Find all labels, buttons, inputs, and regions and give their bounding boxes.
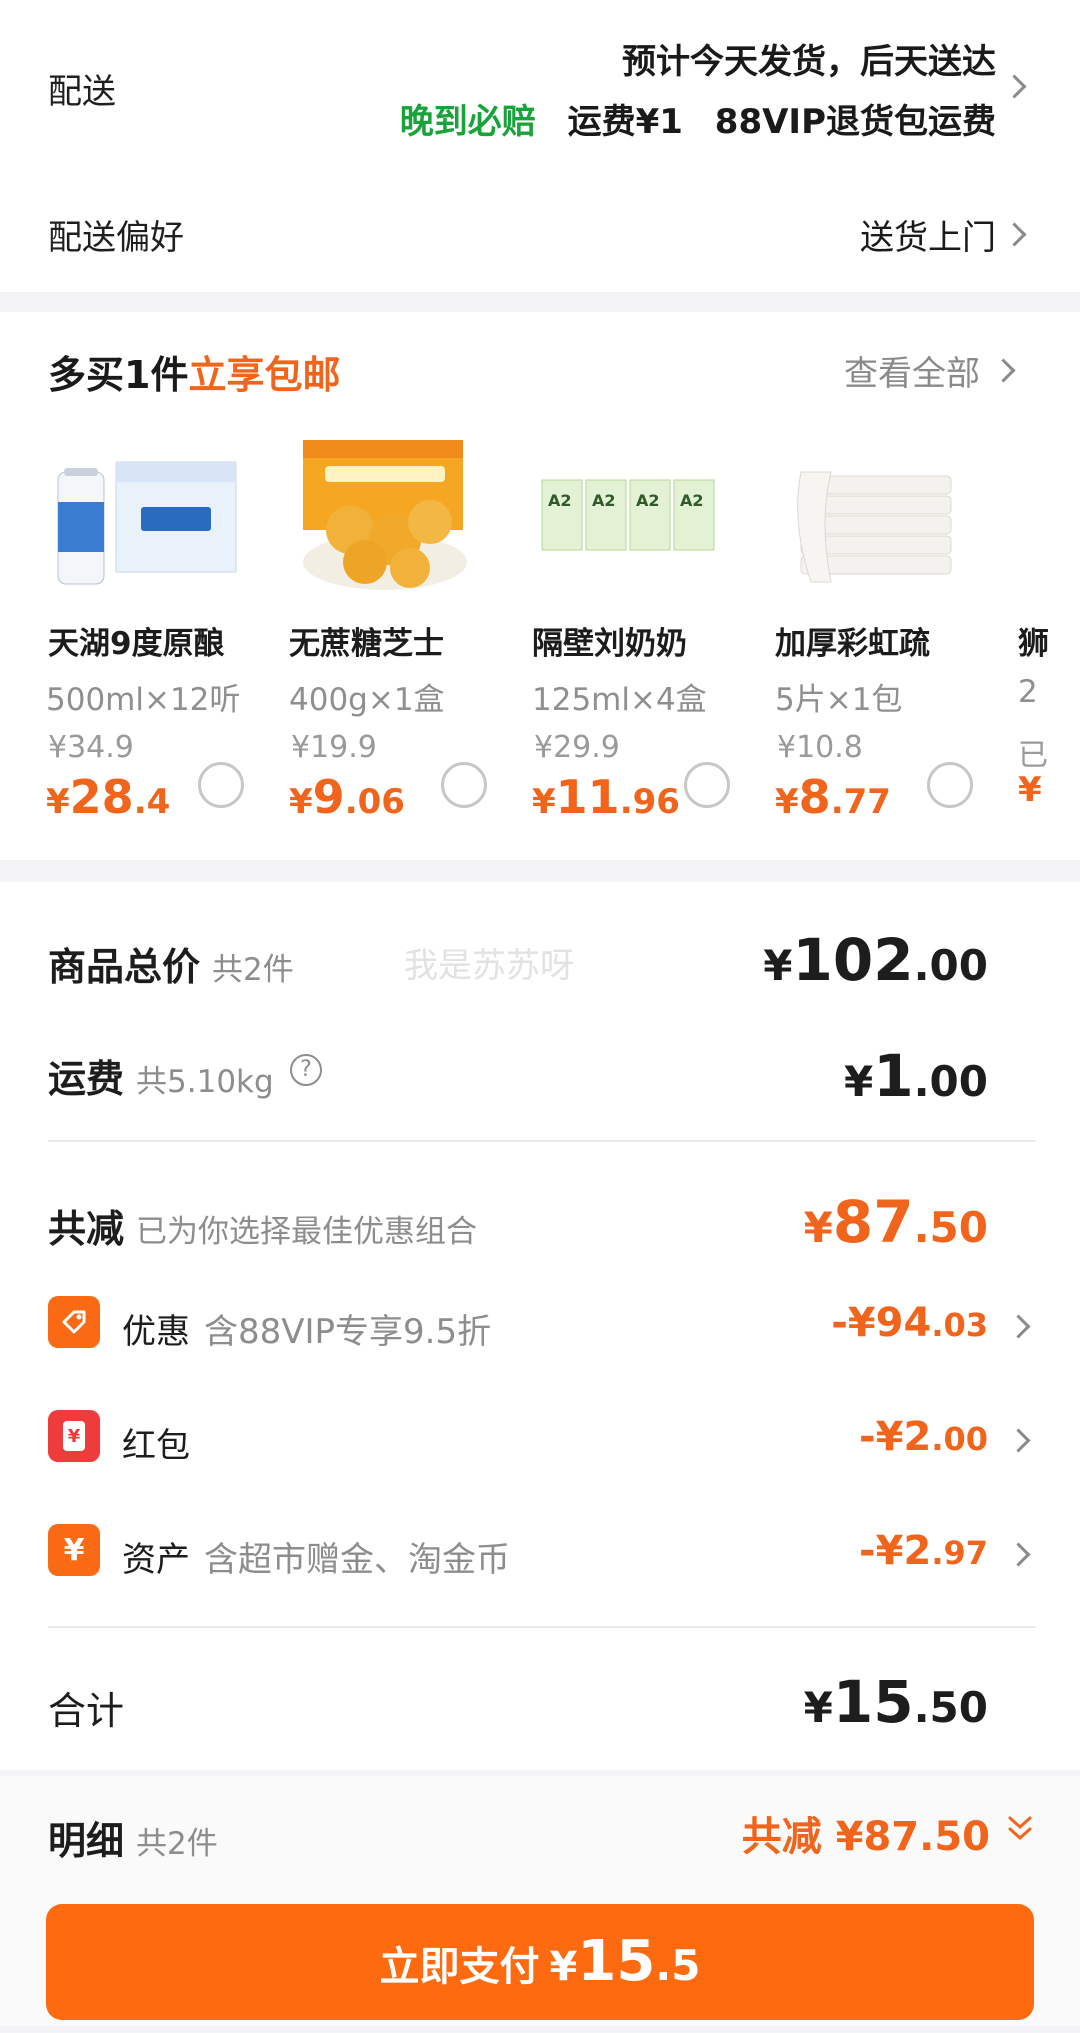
recommend-title-highlight: 立享包邮	[188, 353, 341, 397]
product-spec: 125ml×4盒	[532, 682, 707, 718]
preference-row[interactable]: 配送偏好 送货上门	[0, 192, 1080, 282]
reduce-amount: ¥87.50	[803, 1188, 988, 1256]
shipping-row[interactable]: 配送 预计今天发货，后天送达 晚到必赔 运费¥1 88VIP退货包运费	[0, 0, 1080, 170]
help-circle-icon[interactable]: ?	[290, 1054, 322, 1086]
select-radio[interactable]	[441, 762, 487, 808]
goods-total-price: ¥102.00	[763, 926, 988, 994]
shipping-eta: 预计今天发货，后天送达	[622, 42, 996, 82]
detail-label: 明细 共2件	[48, 1819, 218, 1863]
summary-card: 商品总价 共2件 我是苏苏呀 ¥102.00 运费 共5.10kg ? ¥1.00 …	[0, 882, 1080, 1770]
grand-total-row: 合计 ¥15.50	[0, 1628, 1080, 1758]
goods-count: 共2件	[212, 952, 294, 988]
footer-bar: 明细 共2件 共减 ¥87.50 立即支付 ¥15.5	[0, 1776, 1080, 2026]
preference-value: 送货上门	[860, 218, 996, 258]
freight-price: ¥1.00	[844, 1042, 988, 1110]
reduce-note: 已为你选择最佳优惠组合	[136, 1214, 478, 1250]
svg-text:A2: A2	[636, 491, 660, 510]
product-price: ¥28.4	[46, 770, 171, 824]
product-spec: 2	[1018, 674, 1038, 710]
cheese-snack-image	[303, 440, 467, 590]
discount-row-asset[interactable]: ¥ 资产 含超市赠金、淘金币 -¥2.97	[0, 1506, 1080, 1596]
discount-chevron-icon	[1006, 1314, 1031, 1339]
product-price: ¥9.06	[289, 770, 405, 824]
svg-text:A2: A2	[592, 491, 616, 510]
product-original-price: ¥10.8	[777, 730, 863, 765]
chevron-down-icon	[1008, 1814, 1032, 1844]
product-name: 狮	[1018, 626, 1049, 662]
freight-label: 运费 共5.10kg	[48, 1057, 274, 1101]
pay-amount: ¥15.5	[549, 1929, 701, 1994]
reduce-row: 共减 已为你选择最佳优惠组合 ¥87.50	[0, 1142, 1080, 1256]
discount-label: 资产 含超市赠金、淘金币	[122, 1540, 510, 1580]
recommend-card: 多买1件立享包邮 查看全部 天湖9度原酿 500ml×12听 ¥34.9 ¥28…	[0, 312, 1080, 860]
beer-pack-image	[46, 432, 246, 607]
reduce-label: 共减 已为你选择最佳优惠组合	[48, 1207, 478, 1251]
watermark-text: 我是苏苏呀	[404, 946, 574, 986]
detail-count: 共2件	[136, 1826, 218, 1862]
product-spec: 400g×1盒	[289, 682, 445, 718]
product-price: ¥8.77	[775, 770, 891, 824]
shipping-fee-text: 运费¥1	[567, 102, 683, 142]
product-original-price: 已	[1018, 738, 1048, 773]
view-all-label: 查看全部	[844, 354, 980, 394]
discount-chevron-icon	[1006, 1542, 1031, 1567]
shipping-chevron-icon	[1002, 74, 1027, 99]
red-packet-icon: ¥	[48, 1410, 100, 1462]
late-guarantee-text: 晚到必赔	[399, 102, 536, 142]
product-spec: 500ml×12听	[46, 682, 241, 718]
product-original-price: ¥34.9	[48, 730, 134, 765]
product-card[interactable]: A2 A2 A2 A2 隔壁刘奶奶 125ml×4盒 ¥29.9 ¥11.96	[486, 422, 730, 852]
shipping-label: 配送	[48, 72, 116, 112]
discount-amount: -¥2.00	[859, 1414, 988, 1460]
product-card[interactable]: 天湖9度原酿 500ml×12听 ¥34.9 ¥28.4	[0, 422, 246, 852]
product-card[interactable]: 加厚彩虹疏 5片×1包 ¥10.8 ¥8.77	[729, 422, 973, 852]
product-name: 天湖9度原酿	[48, 626, 225, 662]
discount-chevron-icon	[1006, 1428, 1031, 1453]
discount-row-redpacket[interactable]: ¥ 红包 -¥2.00	[0, 1392, 1080, 1482]
preference-label: 配送偏好	[48, 218, 184, 258]
pay-label: 立即支付	[379, 1944, 540, 1990]
recommend-title-prefix: 多买1件	[48, 353, 189, 397]
preference-chevron-icon	[1002, 222, 1027, 247]
discount-amount: -¥2.97	[859, 1528, 988, 1574]
discount-amount: -¥94.03	[831, 1300, 988, 1346]
product-card[interactable]: 无蔗糖芝士 400g×1盒 ¥19.9 ¥9.06	[243, 422, 487, 852]
recommend-title: 多买1件立享包邮	[48, 344, 340, 399]
goods-total-label: 商品总价 共2件	[48, 945, 294, 989]
asset-yen-icon: ¥	[48, 1524, 100, 1576]
grand-total-label: 合计	[48, 1689, 125, 1733]
product-card[interactable]: 狮 2 已 ¥	[1018, 422, 1080, 852]
freight-row: 运费 共5.10kg ? ¥1.00	[0, 1002, 1080, 1110]
footer-reduce-text: 共减 ¥87.50	[741, 1814, 990, 1860]
select-radio[interactable]	[684, 762, 730, 808]
detail-toggle[interactable]: 明细 共2件 共减 ¥87.50	[0, 1776, 1080, 1886]
discount-row-coupon[interactable]: 优惠 含88VIP专享9.5折 -¥94.03	[0, 1278, 1080, 1368]
milk-box-image: A2 A2 A2 A2	[528, 432, 728, 607]
view-all-chevron-icon	[991, 358, 1016, 383]
svg-text:A2: A2	[548, 491, 572, 510]
towel-stack-image	[771, 432, 971, 607]
product-original-price: ¥29.9	[534, 730, 620, 765]
product-name: 无蔗糖芝士	[289, 626, 444, 662]
discount-label: 优惠 含88VIP专享9.5折	[122, 1312, 492, 1352]
coupon-tag-icon	[48, 1296, 100, 1348]
freight-weight: 共5.10kg	[136, 1064, 274, 1100]
goods-total-row: 商品总价 共2件 我是苏苏呀 ¥102.00	[0, 882, 1080, 994]
shipping-info-line: 晚到必赔 运费¥1 88VIP退货包运费	[400, 94, 996, 143]
shipping-card: 配送 预计今天发货，后天送达 晚到必赔 运费¥1 88VIP退货包运费 配送偏好…	[0, 0, 1080, 292]
vip-return-text: 88VIP退货包运费	[714, 102, 996, 142]
product-name: 隔壁刘奶奶	[532, 626, 687, 662]
product-original-price: ¥19.9	[291, 730, 377, 765]
select-radio[interactable]	[927, 762, 973, 808]
product-spec: 5片×1包	[775, 682, 903, 718]
product-name: 加厚彩虹疏	[775, 626, 930, 662]
grand-total-price: ¥15.50	[803, 1668, 988, 1736]
discount-label: 红包	[122, 1426, 190, 1466]
product-price: ¥11.96	[532, 770, 680, 824]
svg-text:A2: A2	[680, 491, 704, 510]
product-price: ¥	[1018, 770, 1042, 810]
view-all-link[interactable]: 查看全部	[800, 346, 1020, 396]
pay-now-button[interactable]: 立即支付 ¥15.5	[46, 1904, 1034, 2020]
select-radio[interactable]	[198, 762, 244, 808]
